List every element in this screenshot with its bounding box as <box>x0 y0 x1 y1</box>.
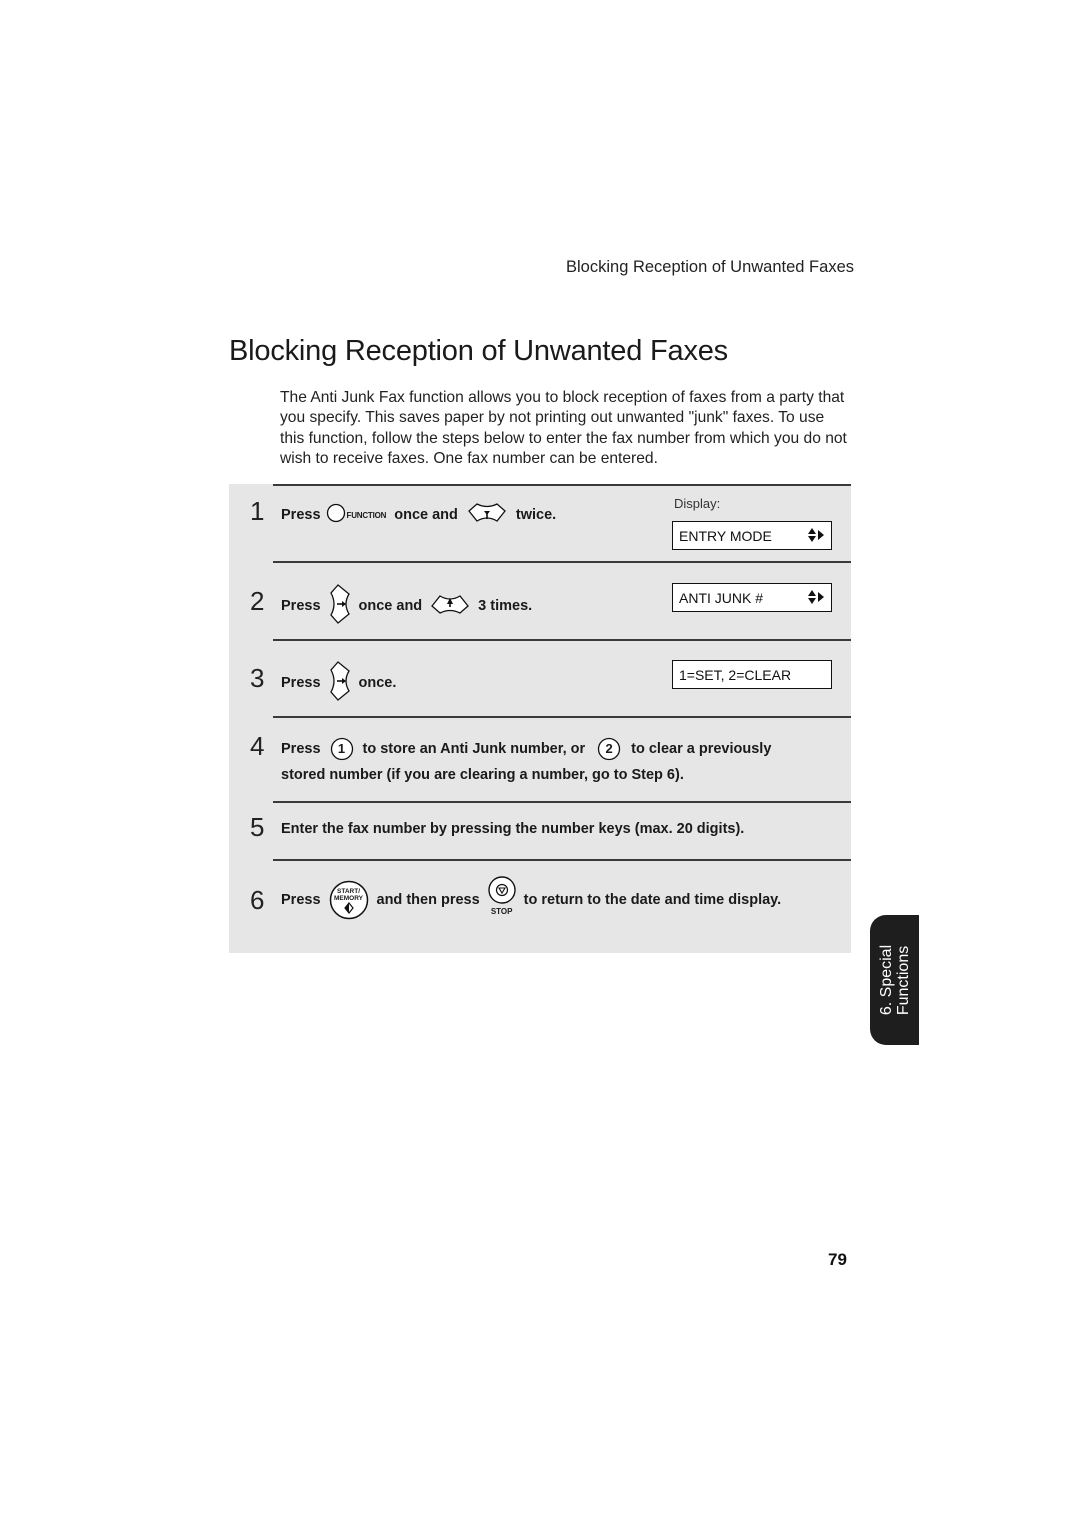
step-4-text-b: to clear a previously <box>631 741 772 757</box>
down-arrow-key-icon <box>467 502 507 528</box>
running-header: Blocking Reception of Unwanted Faxes <box>566 258 854 276</box>
step-number: 6 <box>250 885 265 915</box>
lcd-display: ANTI JUNK # <box>672 583 832 612</box>
lcd-arrows-icon <box>807 589 825 609</box>
step-4-text-c: stored number (if you are clearing a num… <box>281 767 684 783</box>
twice-label: twice. <box>515 507 557 523</box>
step-number: 2 <box>250 586 265 616</box>
step-number: 3 <box>250 663 265 693</box>
step-3: 3 Press once. 1=SET, 2=CLEAR <box>229 640 851 717</box>
start-key-line1: START/ <box>337 888 361 895</box>
chapter-tab-line2: Functions <box>894 945 912 1016</box>
start-key-line2: MEMORY <box>334 895 364 902</box>
lcd-text: ANTI JUNK # <box>679 589 764 606</box>
and-then-press-label: and then press <box>376 892 480 908</box>
press-label: Press <box>281 675 321 691</box>
step-5: 5 Enter the fax number by pressing the n… <box>229 802 851 859</box>
key-1-icon: 1 <box>330 737 354 761</box>
once-and-label: once and <box>394 507 458 523</box>
chapter-tab: 6. Special Functions <box>870 915 919 1045</box>
stop-key-label: STOP <box>490 907 513 916</box>
page-title: Blocking Reception of Unwanted Faxes <box>229 335 728 367</box>
function-button-icon <box>326 503 346 527</box>
times-label: 3 times. <box>478 598 533 614</box>
press-label: Press <box>281 892 321 908</box>
intro-paragraph: The Anti Junk Fax function allows you to… <box>280 389 847 467</box>
key-1-label: 1 <box>337 741 346 756</box>
step-number: 1 <box>250 496 265 526</box>
lcd-display: ENTRY MODE <box>672 521 832 550</box>
once-and-label: once and <box>358 598 423 614</box>
once-label: once. <box>358 675 397 691</box>
lcd-display: 1=SET, 2=CLEAR <box>672 660 832 689</box>
press-label: Press <box>281 507 321 523</box>
key-2-icon: 2 <box>597 737 621 761</box>
page-number: 79 <box>828 1250 847 1269</box>
steps-panel: Display: 1 Press FUNCTION once and twice… <box>229 484 851 953</box>
right-arrow-key-icon <box>329 583 351 629</box>
lcd-arrows-icon <box>807 527 825 547</box>
step-number: 5 <box>250 812 265 842</box>
stop-key-icon: STOP <box>486 876 518 921</box>
step-4: 4 Press 1 to store an Anti Junk number, … <box>229 717 851 802</box>
step-4-text-a: to store an Anti Junk number, or <box>362 741 586 757</box>
step-2: 2 Press once and 3 times. ANTI JUNK # <box>229 562 851 639</box>
function-key-label: FUNCTION <box>346 510 387 520</box>
lcd-text: ENTRY MODE <box>679 527 772 544</box>
key-2-label: 2 <box>605 741 613 756</box>
press-label: Press <box>281 741 321 757</box>
up-arrow-key-icon <box>430 593 470 619</box>
step-number: 4 <box>250 731 265 761</box>
step-6: 6 Press START/ MEMORY and then press STO… <box>229 860 851 953</box>
start-memory-key-icon: START/ MEMORY <box>329 880 369 920</box>
step-5-text: Enter the fax number by pressing the num… <box>281 821 745 837</box>
chapter-tab-line1: 6. Special <box>877 944 895 1016</box>
step-6-text: to return to the date and time display. <box>523 892 782 908</box>
press-label: Press <box>281 598 321 614</box>
right-arrow-key-icon <box>329 660 351 706</box>
step-1: 1 Press FUNCTION once and twice. ENTRY M… <box>229 484 851 562</box>
lcd-text: 1=SET, 2=CLEAR <box>679 666 792 683</box>
